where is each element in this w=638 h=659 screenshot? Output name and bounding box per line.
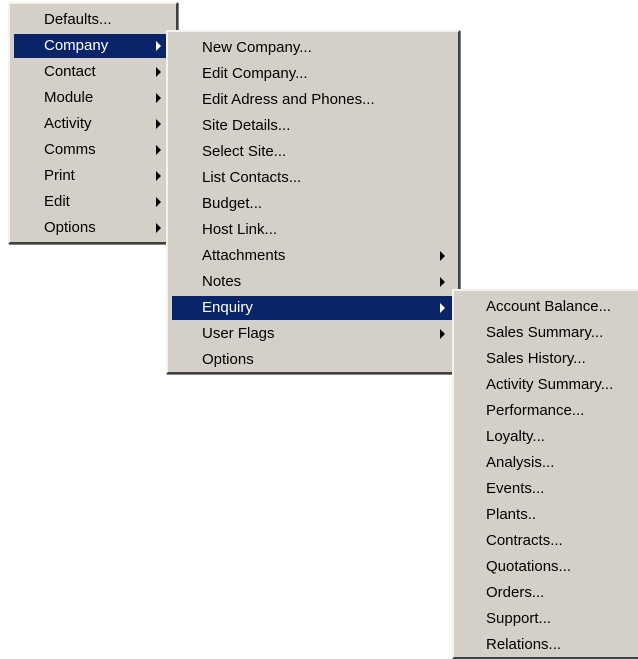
- company-submenu: New Company... Edit Company... Edit Adre…: [166, 30, 460, 374]
- menu-item-edit[interactable]: Edit: [14, 190, 172, 214]
- menu-item-company[interactable]: Company: [14, 34, 172, 58]
- menu-item-sales-history[interactable]: Sales History...: [458, 347, 638, 371]
- menu-item-label: Defaults...: [44, 11, 112, 28]
- submenu-arrow-icon: [156, 197, 161, 207]
- menu-item-label: Attachments: [202, 247, 286, 264]
- submenu-arrow-icon: [156, 93, 161, 103]
- menu-item-label: Analysis...: [486, 454, 555, 471]
- menu-item-select-site[interactable]: Select Site...: [172, 140, 454, 164]
- menu-item-label: Host Link...: [202, 221, 278, 238]
- menu-item-label: Notes: [202, 273, 242, 290]
- menu-item-label: Print: [44, 167, 75, 184]
- menu-item-label: Module: [44, 89, 94, 106]
- menu-item-orders[interactable]: Orders...: [458, 581, 638, 605]
- submenu-arrow-icon: [156, 223, 161, 233]
- menu-item-label: Support...: [486, 610, 552, 627]
- enquiry-submenu: Account Balance... Sales Summary... Sale…: [452, 289, 638, 659]
- menu-item-label: Relations...: [486, 636, 562, 653]
- menu-item-list-contacts[interactable]: List Contacts...: [172, 166, 454, 190]
- menu-item-contact[interactable]: Contact: [14, 60, 172, 84]
- submenu-arrow-icon: [156, 171, 161, 181]
- menu-item-label: Plants..: [486, 506, 537, 523]
- menu-item-new-company[interactable]: New Company...: [172, 36, 454, 60]
- menu-item-label: Performance...: [486, 402, 585, 419]
- menu-item-contracts[interactable]: Contracts...: [458, 529, 638, 553]
- menu-item-host-link[interactable]: Host Link...: [172, 218, 454, 242]
- menu-item-label: Company: [44, 37, 109, 54]
- menu-item-sales-summary[interactable]: Sales Summary...: [458, 321, 638, 345]
- submenu-arrow-icon: [156, 41, 161, 51]
- menu-item-label: Loyalty...: [486, 428, 545, 445]
- menu-item-label: Quotations...: [486, 558, 572, 575]
- menu-item-relations[interactable]: Relations...: [458, 633, 638, 657]
- menu-item-label: Select Site...: [202, 143, 287, 160]
- menu-item-label: Contact: [44, 63, 96, 80]
- menu-item-label: New Company...: [202, 39, 312, 56]
- menu-item-label: Account Balance...: [486, 298, 612, 315]
- menu-item-label: Activity Summary...: [486, 376, 614, 393]
- submenu-arrow-icon: [156, 119, 161, 129]
- menu-item-label: Budget...: [202, 195, 263, 212]
- menu-item-user-flags[interactable]: User Flags: [172, 322, 454, 346]
- submenu-arrow-icon: [440, 277, 445, 287]
- menu-item-account-balance[interactable]: Account Balance...: [458, 295, 638, 319]
- menu-item-performance[interactable]: Performance...: [458, 399, 638, 423]
- submenu-arrow-icon: [156, 145, 161, 155]
- menu-item-defaults[interactable]: Defaults...: [14, 8, 172, 32]
- menu-item-site-details[interactable]: Site Details...: [172, 114, 454, 138]
- menu-item-quotations[interactable]: Quotations...: [458, 555, 638, 579]
- menu-item-label: Edit: [44, 193, 70, 210]
- menu-item-print[interactable]: Print: [14, 164, 172, 188]
- menu-item-label: Site Details...: [202, 117, 291, 134]
- menu-item-edit-address-phones[interactable]: Edit Adress and Phones...: [172, 88, 454, 112]
- submenu-arrow-icon: [440, 329, 445, 339]
- menu-item-attachments[interactable]: Attachments: [172, 244, 454, 268]
- menu-item-notes[interactable]: Notes: [172, 270, 454, 294]
- main-menu: Defaults... Company Contact Module Activ…: [8, 2, 178, 244]
- menu-item-activity-summary[interactable]: Activity Summary...: [458, 373, 638, 397]
- menu-item-module[interactable]: Module: [14, 86, 172, 110]
- menu-item-company-options[interactable]: Options: [172, 348, 454, 372]
- submenu-arrow-icon: [156, 67, 161, 77]
- menu-item-loyalty[interactable]: Loyalty...: [458, 425, 638, 449]
- menu-item-label: Activity: [44, 115, 92, 132]
- menu-item-comms[interactable]: Comms: [14, 138, 172, 162]
- menu-item-enquiry[interactable]: Enquiry: [172, 296, 454, 320]
- menu-item-label: List Contacts...: [202, 169, 302, 186]
- menu-item-label: Options: [44, 219, 96, 236]
- menu-item-label: Edit Company...: [202, 65, 308, 82]
- submenu-arrow-icon: [440, 303, 445, 313]
- menu-item-activity[interactable]: Activity: [14, 112, 172, 136]
- menu-item-label: Enquiry: [202, 299, 253, 316]
- submenu-arrow-icon: [440, 251, 445, 261]
- menu-item-label: Events...: [486, 480, 545, 497]
- menu-item-support[interactable]: Support...: [458, 607, 638, 631]
- menu-item-label: User Flags: [202, 325, 275, 342]
- menu-item-label: Edit Adress and Phones...: [202, 91, 375, 108]
- menu-item-label: Comms: [44, 141, 96, 158]
- menu-item-label: Orders...: [486, 584, 545, 601]
- menu-item-label: Sales History...: [486, 350, 586, 367]
- menu-item-budget[interactable]: Budget...: [172, 192, 454, 216]
- menu-item-label: Options: [202, 351, 254, 368]
- menu-item-plants[interactable]: Plants..: [458, 503, 638, 527]
- menu-item-options[interactable]: Options: [14, 216, 172, 240]
- menu-item-edit-company[interactable]: Edit Company...: [172, 62, 454, 86]
- menu-item-label: Sales Summary...: [486, 324, 604, 341]
- menu-item-analysis[interactable]: Analysis...: [458, 451, 638, 475]
- menu-item-events[interactable]: Events...: [458, 477, 638, 501]
- menu-item-label: Contracts...: [486, 532, 563, 549]
